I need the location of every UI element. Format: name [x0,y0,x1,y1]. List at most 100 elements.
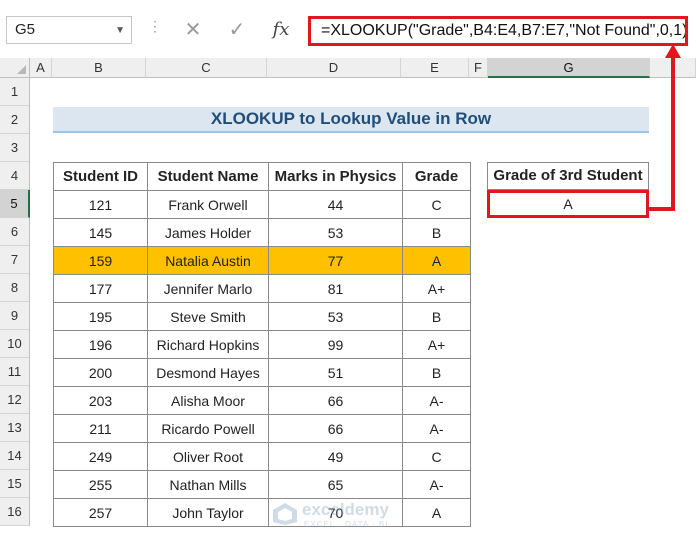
table-cell[interactable]: Oliver Root [147,442,269,471]
column-heading[interactable]: Grade [402,162,471,191]
formula-input[interactable]: =XLOOKUP("Grade",B4:E4,B7:E7,"Not Found"… [308,16,688,46]
row-header-11[interactable]: 11 [0,358,30,386]
table-cell[interactable]: A- [402,470,471,499]
table-cell[interactable]: 44 [268,190,403,219]
row-header-9[interactable]: 9 [0,302,30,330]
name-box-value: G5 [15,21,36,38]
table-cell[interactable]: C [402,190,471,219]
table-cell[interactable]: 177 [53,274,148,303]
formula-bar-grip-icon[interactable]: ⋮ [148,18,163,35]
table-cell[interactable]: 203 [53,386,148,415]
table-cell[interactable]: 81 [268,274,403,303]
table-cell[interactable]: 51 [268,358,403,387]
table-cell[interactable]: 65 [268,470,403,499]
table-cell[interactable]: B [402,358,471,387]
row-header-15[interactable]: 15 [0,470,30,498]
row-header-13[interactable]: 13 [0,414,30,442]
result-cell[interactable]: A [487,190,649,218]
cancel-icon[interactable]: ✕ [180,16,206,44]
column-heading[interactable]: Marks in Physics [268,162,403,191]
callout-arrow-line [671,56,675,211]
table-cell[interactable]: A [402,246,471,275]
row-header-3[interactable]: 3 [0,134,30,162]
table-cell[interactable]: 66 [268,386,403,415]
table-cell[interactable]: Richard Hopkins [147,330,269,359]
column-header-c[interactable]: C [146,58,267,78]
table-cell[interactable]: A- [402,386,471,415]
table-cell[interactable]: B [402,218,471,247]
table-cell[interactable]: Frank Orwell [147,190,269,219]
row-header-7[interactable]: 7 [0,246,30,274]
table-row: 255 Nathan Mills 65 A- [53,470,471,499]
sheet-title[interactable]: XLOOKUP to Lookup Value in Row [53,107,649,133]
table-cell[interactable]: Nathan Mills [147,470,269,499]
row-header-1[interactable]: 1 [0,78,30,106]
table-cell[interactable]: 249 [53,442,148,471]
table-cell[interactable]: Jennifer Marlo [147,274,269,303]
chevron-down-icon[interactable]: ▼ [115,25,125,36]
column-heading[interactable]: Student Name [147,162,269,191]
table-row: 200 Desmond Hayes 51 B [53,358,471,387]
column-header-b[interactable]: B [52,58,146,78]
table-cell[interactable]: 99 [268,330,403,359]
column-header-f[interactable]: F [469,58,488,78]
column-header-g[interactable]: G [488,58,650,78]
row-header-12[interactable]: 12 [0,386,30,414]
table-cell[interactable]: B [402,302,471,331]
table-cell[interactable]: Desmond Hayes [147,358,269,387]
checkmark-icon[interactable]: ✓ [224,16,250,44]
table-cell[interactable]: 211 [53,414,148,443]
table-cell[interactable]: 49 [268,442,403,471]
table-header-row: Student ID Student Name Marks in Physics Gr… [53,162,471,191]
table-row: 177 Jennifer Marlo 81 A+ [53,274,471,303]
table-cell[interactable]: 257 [53,498,148,527]
table-cell[interactable]: 53 [268,302,403,331]
formula-bar-area: G5 ▼ ⋮ ✕ ✓ fx =XLOOKUP("Grade",B4:E4,B7:… [0,0,696,58]
table-cell[interactable]: A+ [402,330,471,359]
table-row: 121 Frank Orwell 44 C [53,190,471,219]
table-cell[interactable]: 200 [53,358,148,387]
row-header-14[interactable]: 14 [0,442,30,470]
table-cell[interactable]: 196 [53,330,148,359]
table-cell[interactable]: A+ [402,274,471,303]
table-cell[interactable]: Alisha Moor [147,386,269,415]
callout-arrow-connector [649,207,675,211]
table-cell[interactable]: 145 [53,218,148,247]
name-box[interactable]: G5 ▼ [6,16,132,44]
row-header-5[interactable]: 5 [0,190,30,218]
table-cell[interactable]: 195 [53,302,148,331]
column-header-e[interactable]: E [401,58,469,78]
table-cell[interactable]: Ricardo Powell [147,414,269,443]
table-cell[interactable]: 53 [268,218,403,247]
table-cell[interactable]: 121 [53,190,148,219]
row-header-8[interactable]: 8 [0,274,30,302]
table-row: 203 Alisha Moor 66 A- [53,386,471,415]
row-header-6[interactable]: 6 [0,218,30,246]
table-cell[interactable]: 159 [53,246,148,275]
table-cell[interactable]: 66 [268,414,403,443]
row-header-10[interactable]: 10 [0,330,30,358]
table-cell[interactable]: C [402,442,471,471]
table-cell[interactable]: John Taylor [147,498,269,527]
row-header-16[interactable]: 16 [0,498,30,526]
table-cell[interactable]: A- [402,414,471,443]
table-cell[interactable]: Natalia Austin [147,246,269,275]
table-row: 145 James Holder 53 B [53,218,471,247]
table-body: 121 Frank Orwell 44 C 145 James Holder 53 B 159 N… [53,190,471,527]
table-cell[interactable]: 255 [53,470,148,499]
column-header-a[interactable]: A [30,58,52,78]
table-cell[interactable]: Steve Smith [147,302,269,331]
select-all-corner[interactable] [0,58,30,78]
table-row: 195 Steve Smith 53 B [53,302,471,331]
table-row: 159 Natalia Austin 77 A [53,246,471,275]
table-cell[interactable]: James Holder [147,218,269,247]
table-cell[interactable]: 77 [268,246,403,275]
row-header-4[interactable]: 4 [0,162,30,190]
result-header-cell[interactable]: Grade of 3rd Student [487,162,649,190]
table-row: 249 Oliver Root 49 C [53,442,471,471]
formula-bar-buttons: ✕ ✓ fx [170,14,304,46]
column-heading[interactable]: Student ID [53,162,148,191]
insert-function-icon[interactable]: fx [268,16,294,44]
row-header-2[interactable]: 2 [0,106,30,134]
column-header-d[interactable]: D [267,58,401,78]
